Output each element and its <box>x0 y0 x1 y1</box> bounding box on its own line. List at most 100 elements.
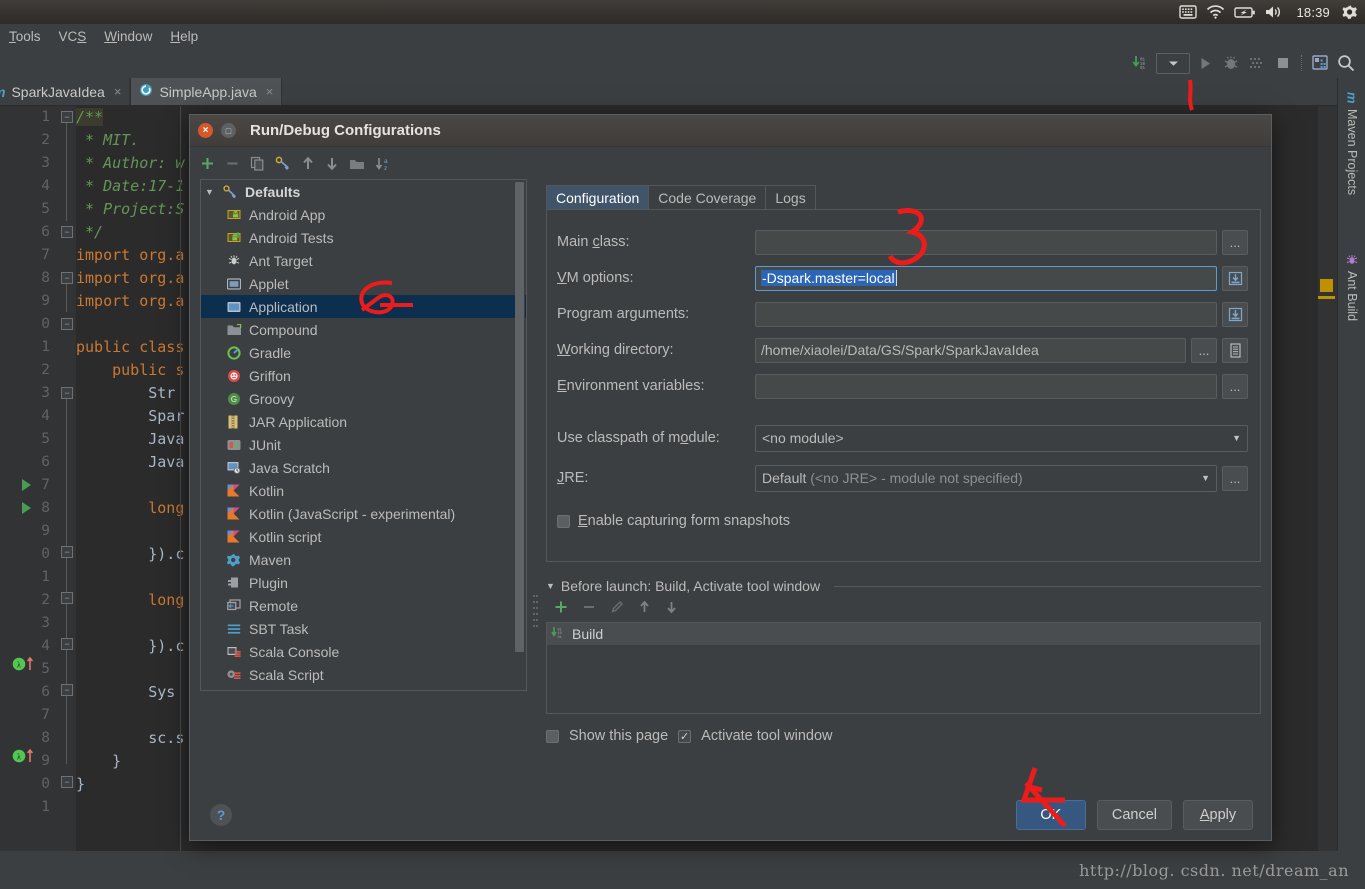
add-icon[interactable] <box>200 156 215 176</box>
tree-row-defaults[interactable]: ▼ Defaults <box>201 180 526 203</box>
coverage-icon[interactable] <box>1246 52 1268 74</box>
lambda-gutter-icon[interactable]: λ <box>12 656 40 677</box>
maximize-icon[interactable]: □ <box>221 123 236 138</box>
environment-variables-input[interactable] <box>755 373 1217 399</box>
tree-row-gradle[interactable]: Gradle <box>201 341 526 364</box>
before-launch-list[interactable]: 01 10 01 Build <box>546 622 1261 714</box>
move-down-icon[interactable] <box>665 600 678 619</box>
remove-icon[interactable] <box>582 600 596 619</box>
close-icon[interactable]: × <box>198 123 213 138</box>
tree-row-android-tests[interactable]: Android Tests <box>201 226 526 249</box>
tree-row-scalatest[interactable]: ScalaTest <box>201 686 526 691</box>
tree-row-scala-console[interactable]: Scala Console <box>201 640 526 663</box>
volume-icon[interactable] <box>1265 2 1284 22</box>
editor-scrollbar[interactable] <box>1318 106 1337 851</box>
move-up-icon[interactable] <box>301 156 315 176</box>
tab-configuration[interactable]: Configuration <box>546 185 650 209</box>
copy-icon[interactable] <box>250 156 265 176</box>
tree-scrollbar-thumb[interactable] <box>515 182 524 652</box>
tree-row-plugin[interactable]: Plugin <box>201 571 526 594</box>
enable-form-snapshots-row[interactable]: Enable capturing form snapshots <box>557 504 1248 538</box>
tree-row-android-app[interactable]: Android App <box>201 203 526 226</box>
wifi-icon[interactable] <box>1206 2 1225 22</box>
program-arguments-expand-button[interactable] <box>1222 301 1248 327</box>
activate-tool-window-checkbox[interactable]: ✓ <box>678 729 692 743</box>
splitter-handle[interactable] <box>532 593 539 629</box>
remove-icon[interactable] <box>225 156 240 176</box>
edit-icon[interactable] <box>610 600 624 619</box>
tree-row-griffon[interactable]: Griffon <box>201 364 526 387</box>
sort-alphabetically-icon[interactable]: az <box>375 156 392 177</box>
new-folder-icon[interactable] <box>349 157 365 176</box>
run-icon[interactable] <box>1194 52 1216 74</box>
run-gutter-marker[interactable] <box>22 479 31 491</box>
environment-variables-browse-button[interactable]: ... <box>1222 373 1248 399</box>
use-classpath-of-module-combo[interactable]: <no module> ▼ <box>755 424 1248 452</box>
stop-icon[interactable] <box>1272 52 1294 74</box>
tree-row-compound[interactable]: Compound <box>201 318 526 341</box>
gear-icon[interactable] <box>1342 2 1359 22</box>
show-this-page-checkbox[interactable] <box>546 729 559 743</box>
tab-code-coverage[interactable]: Code Coverage <box>648 185 767 209</box>
configuration-tree[interactable]: ▼ Defaults Android App Android Tests Ant Tar… <box>200 179 527 691</box>
tool-window-ant-build[interactable]: Ant Build <box>1338 248 1365 327</box>
working-directory-macros-button[interactable] <box>1222 337 1248 363</box>
cancel-button[interactable]: Cancel <box>1096 800 1172 830</box>
build-icon[interactable]: 01 10 01 <box>1130 52 1152 74</box>
menu-tools[interactable]: Tools <box>0 27 50 46</box>
vm-options-input[interactable]: -Dspark.master=local <box>755 265 1217 291</box>
program-arguments-input[interactable] <box>755 301 1217 327</box>
tree-row-kotlin-javascript-experimental[interactable]: Kotlin (JavaScript - experimental) <box>201 502 526 525</box>
move-up-icon[interactable] <box>638 600 651 619</box>
tree-row-remote[interactable]: Remote <box>201 594 526 617</box>
tree-row-groovy[interactable]: G Groovy <box>201 387 526 410</box>
lambda-gutter-icon[interactable]: λ <box>12 748 40 769</box>
working-directory-input[interactable]: /home/xiaolei/Data/GS/Spark/SparkJavaIde… <box>755 337 1186 363</box>
battery-icon[interactable] <box>1234 2 1256 22</box>
help-button[interactable]: ? <box>210 804 232 826</box>
menu-vcs[interactable]: VCS <box>50 27 96 46</box>
main-class-input[interactable] <box>755 229 1217 255</box>
tab-close-icon[interactable]: × <box>114 84 122 99</box>
keyboard-icon[interactable] <box>1179 2 1198 22</box>
menu-help[interactable]: Help <box>161 27 207 46</box>
tree-row-application[interactable]: Application <box>201 295 526 318</box>
vm-options-expand-button[interactable] <box>1222 265 1248 291</box>
tab-sparkjavaidea[interactable]: m SparkJavaIdea × <box>0 78 131 105</box>
collapse-triangle-icon[interactable]: ▼ <box>546 581 555 591</box>
ok-button[interactable]: OK <box>1015 800 1086 830</box>
save-configuration-icon[interactable] <box>275 156 291 176</box>
tab-logs[interactable]: Logs <box>765 185 816 209</box>
search-icon[interactable] <box>1335 52 1357 74</box>
main-class-browse-button[interactable]: ... <box>1222 229 1248 255</box>
tree-row-maven[interactable]: Maven <box>201 548 526 571</box>
tree-row-ant-target[interactable]: Ant Target <box>201 249 526 272</box>
expand-triangle-icon[interactable]: ▼ <box>205 187 217 197</box>
debug-icon[interactable] <box>1220 52 1242 74</box>
working-directory-browse-button[interactable]: ... <box>1191 337 1217 363</box>
run-gutter-marker[interactable] <box>22 502 31 514</box>
tree-row-jar-application[interactable]: JAR Application <box>201 410 526 433</box>
layout-icon[interactable] <box>1309 52 1331 74</box>
tree-scrollbar[interactable] <box>515 181 525 690</box>
enable-form-snapshots-checkbox[interactable] <box>557 514 570 528</box>
move-down-icon[interactable] <box>325 156 339 176</box>
tree-row-kotlin-script[interactable]: Kotlin script <box>201 525 526 548</box>
run-config-dropdown[interactable] <box>1156 52 1190 74</box>
jre-combo[interactable]: Default (<no JRE> - module not specified… <box>755 464 1217 492</box>
before-launch-item-build[interactable]: 01 10 01 Build <box>547 623 1260 645</box>
tool-window-maven-projects[interactable]: m Maven Projects <box>1338 86 1365 201</box>
warning-marker-line[interactable] <box>1318 296 1335 299</box>
menu-window[interactable]: Window <box>95 27 161 46</box>
clock[interactable]: 18:39 <box>1293 5 1333 20</box>
before-launch-header[interactable]: ▼ Before launch: Build, Activate tool wi… <box>546 578 1261 594</box>
editor-fold-column[interactable]: − − − − − − − − − − <box>58 106 76 851</box>
tree-row-kotlin[interactable]: Kotlin <box>201 479 526 502</box>
tree-row-sbt-task[interactable]: SBT Task <box>201 617 526 640</box>
warning-marker[interactable] <box>1320 279 1333 292</box>
tab-close-icon[interactable]: × <box>266 84 274 99</box>
apply-button[interactable]: Apply <box>1183 800 1253 830</box>
add-icon[interactable] <box>554 600 568 619</box>
jre-browse-button[interactable]: ... <box>1222 465 1248 491</box>
tab-simpleapp-java[interactable]: SimpleApp.java × <box>130 78 283 105</box>
